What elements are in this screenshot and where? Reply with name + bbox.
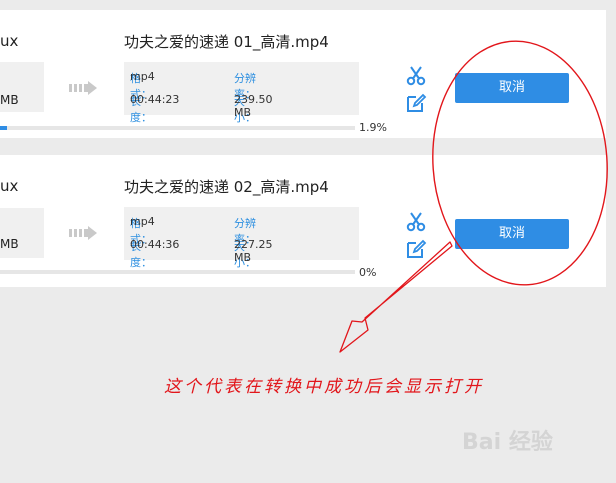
- annotation-drawing: [339, 40, 608, 353]
- annotation-ellipse: [432, 40, 608, 286]
- annotation-text: 这个代表在转换中成功后会显示打开: [164, 377, 484, 397]
- baidu-jingyan-watermark: Bai 经验: [462, 430, 553, 455]
- annotation-arrow: [339, 241, 453, 353]
